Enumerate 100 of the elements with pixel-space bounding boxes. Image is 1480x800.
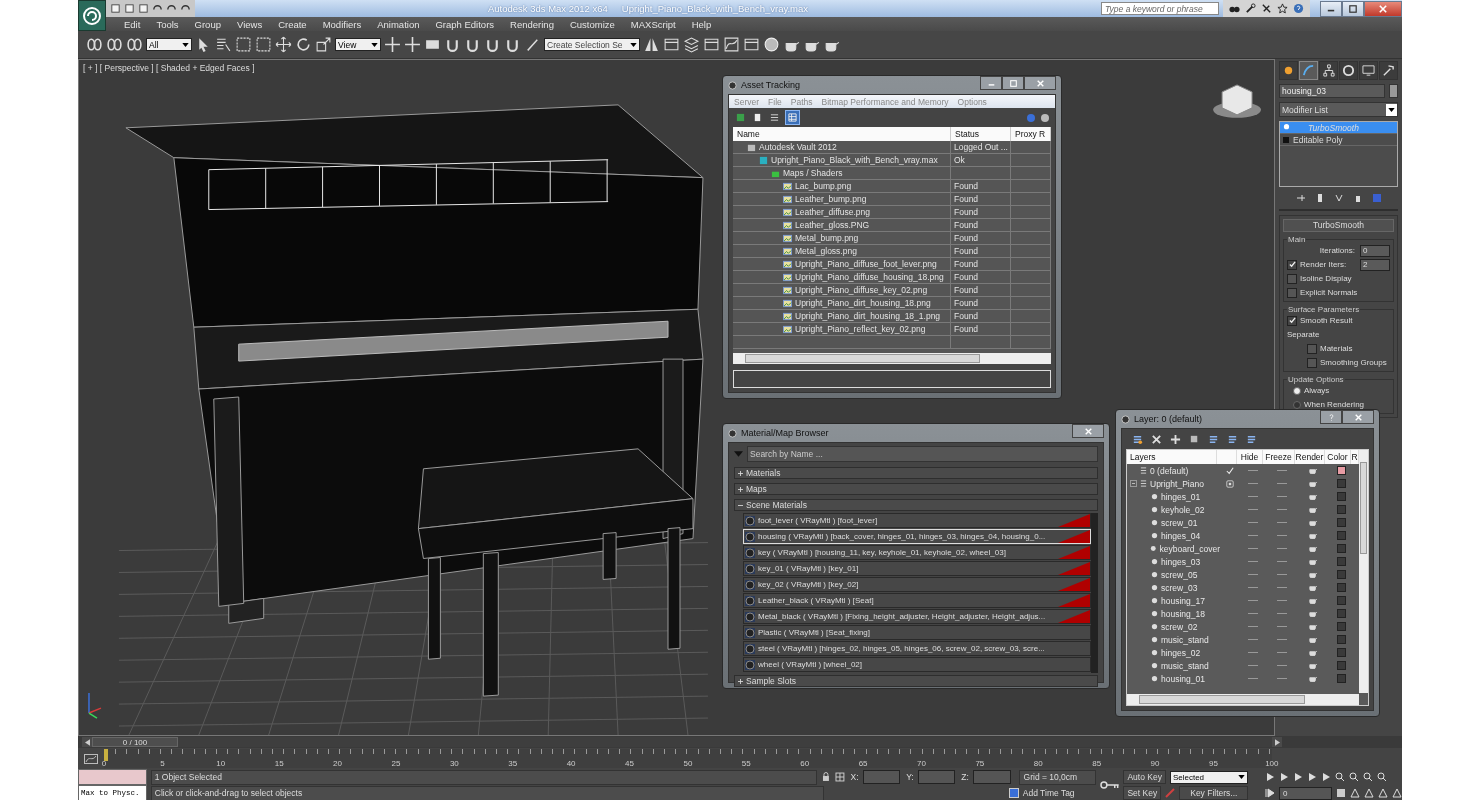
rectangle-select-icon[interactable]	[235, 36, 252, 53]
layer-list-item[interactable]: 0 (default)	[1150, 465, 1189, 476]
menu-item[interactable]: Group	[186, 18, 229, 30]
layer-color-swatch[interactable]	[1336, 609, 1346, 618]
search-field[interactable]: Search by Name ...	[747, 446, 1098, 462]
refresh-view-button[interactable]	[734, 111, 747, 124]
teapot-icon[interactable]	[1309, 623, 1317, 630]
add-time-tag-button[interactable]: Add Time Tag	[1022, 788, 1075, 798]
app-logo-icon[interactable]	[78, 0, 106, 31]
teapot-icon[interactable]	[1309, 493, 1317, 500]
spinner-field[interactable]: 2	[1360, 258, 1390, 271]
layer-color-swatch[interactable]	[1336, 479, 1346, 488]
menu-item[interactable]: Edit	[116, 18, 149, 30]
layer-list-item[interactable]: housing_18	[1161, 608, 1205, 619]
checkbox[interactable]	[1287, 315, 1297, 326]
reference-coordinate-dropdown[interactable]: View	[335, 38, 381, 51]
tree-item[interactable]: Lac_bump.png	[733, 180, 951, 192]
tree-item[interactable]: Autodesk Vault 2012	[733, 141, 951, 153]
zoom-extents-icon[interactable]	[1363, 772, 1373, 782]
zoom-icon[interactable]	[1335, 772, 1345, 782]
window-crossing-icon[interactable]	[255, 36, 272, 53]
curve-editor-icon[interactable]	[723, 36, 740, 53]
display-tab[interactable]	[1359, 61, 1378, 80]
layer-color-swatch[interactable]	[1336, 466, 1346, 475]
next-frame-button[interactable]	[1272, 737, 1282, 747]
tree-item[interactable]: Leather_bump.png	[733, 193, 951, 205]
teapot-icon[interactable]	[1309, 675, 1317, 682]
teapot-icon[interactable]	[1309, 519, 1317, 526]
checkbox[interactable]	[1287, 273, 1297, 284]
tree-item[interactable]: Metal_bump.png	[733, 232, 951, 244]
teapot-icon[interactable]	[1309, 584, 1317, 591]
group-header[interactable]: Maps	[734, 483, 1098, 495]
list-view-button[interactable]	[768, 111, 781, 124]
help-icon[interactable]	[1040, 112, 1050, 123]
layer-color-swatch[interactable]	[1336, 557, 1346, 566]
tree-item[interactable]: Upright_Piano_reflect_key_02.png	[733, 323, 951, 335]
radio-button[interactable]	[1293, 386, 1301, 395]
teapot-icon[interactable]	[1309, 558, 1317, 565]
collapse-icon[interactable]	[1130, 480, 1137, 487]
viewport-label[interactable]: [ + ] [ Perspective ] [ Shaded + Edged Faces ]	[83, 63, 255, 73]
material-item[interactable]: housing ( VRayMtl ) [back_cover, hinges_01, hinges_03, hinges_04, housing_0...	[743, 529, 1091, 544]
current-frame-field[interactable]: 0	[1279, 786, 1332, 800]
coordinate-field[interactable]	[972, 770, 1011, 784]
menu-item[interactable]: Rendering	[502, 18, 562, 30]
tree-item[interactable]: Upright_Piano_dirt_housing_18_1.png	[733, 310, 951, 322]
star-icon[interactable]	[1277, 3, 1288, 14]
layer-list-item[interactable]: keyboard_cover	[1159, 543, 1220, 554]
select-by-name-icon[interactable]	[215, 36, 232, 53]
layer-color-swatch[interactable]	[1336, 583, 1346, 592]
open-folder-icon[interactable]	[124, 3, 135, 14]
key-filters-button[interactable]: Key Filters...	[1179, 786, 1249, 800]
checkbox[interactable]	[1287, 259, 1297, 270]
teapot-icon[interactable]	[1309, 571, 1317, 578]
object-name-field[interactable]: housing_03	[1279, 84, 1385, 98]
move-icon[interactable]	[275, 36, 292, 53]
set-key-button[interactable]: Set Key	[1123, 786, 1162, 800]
menu-item[interactable]: Help	[683, 18, 720, 30]
material-item[interactable]: Metal_black ( VRayMtl ) [Fixing_height_adjuster, Height_adjuster, Height_adjus...	[743, 609, 1091, 624]
material-item[interactable]: key_01 ( VRayMtl ) [key_01]	[743, 561, 1091, 576]
close-button[interactable]	[1342, 410, 1374, 424]
help-button[interactable]	[1320, 410, 1342, 424]
layer-color-swatch[interactable]	[1336, 648, 1346, 657]
radio-button[interactable]	[1293, 400, 1301, 409]
group-header[interactable]: Scene Materials	[734, 499, 1098, 511]
lightbulb-icon[interactable]	[1283, 124, 1290, 131]
teapot-icon[interactable]	[1309, 662, 1317, 669]
column-header[interactable]: Name	[733, 127, 951, 141]
table-view-button[interactable]	[785, 110, 800, 125]
layer-list-item[interactable]: keyhole_02	[1161, 504, 1205, 515]
close-button[interactable]	[1072, 424, 1104, 438]
maximize-button[interactable]	[1342, 0, 1364, 17]
set-current-icon[interactable]	[1226, 479, 1234, 488]
minimize-button[interactable]	[980, 76, 1002, 90]
play-icon[interactable]	[1293, 772, 1303, 782]
layer-list-item[interactable]: Upright_Piano	[1150, 478, 1204, 489]
rollout-header[interactable]: TurboSmooth	[1283, 219, 1394, 232]
listener-output[interactable]	[78, 769, 147, 785]
teapot-icon[interactable]	[1309, 545, 1317, 552]
teapot-icon[interactable]	[1309, 649, 1317, 656]
expander-icon[interactable]	[738, 486, 743, 492]
scale-icon[interactable]	[315, 36, 332, 53]
checkmark-icon[interactable]	[1226, 466, 1234, 475]
material-item[interactable]: Plastic ( VRayMtl ) [Seat_fixing]	[743, 625, 1091, 640]
column-header[interactable]: Layers	[1127, 450, 1217, 464]
material-item[interactable]: key_02 ( VRayMtl ) [key_02]	[743, 577, 1091, 592]
vertical-scrollbar[interactable]	[1359, 450, 1368, 693]
material-item[interactable]: Leather_black ( VRayMtl ) [Seat]	[743, 593, 1091, 608]
viewcube-icon[interactable]	[1213, 84, 1261, 118]
layer-list-item[interactable]: music_stand	[1161, 660, 1209, 671]
spinner-field[interactable]: 0	[1360, 244, 1390, 257]
time-slider-thumb[interactable]: 0 / 100	[92, 737, 178, 747]
utilities-tab[interactable]	[1379, 61, 1398, 80]
layer-color-swatch[interactable]	[1336, 505, 1346, 514]
tree-item[interactable]: Leather_gloss.PNG	[733, 219, 951, 231]
tree-item[interactable]: Metal_gloss.png	[733, 245, 951, 257]
coordinate-field[interactable]	[917, 770, 956, 784]
group-header[interactable]: Materials	[734, 467, 1098, 479]
layer-list-item[interactable]: screw_01	[1161, 517, 1198, 528]
zoom-extents-all-icon[interactable]	[1377, 772, 1387, 782]
search-field[interactable]: Type a keyword or phrase	[1101, 2, 1219, 15]
